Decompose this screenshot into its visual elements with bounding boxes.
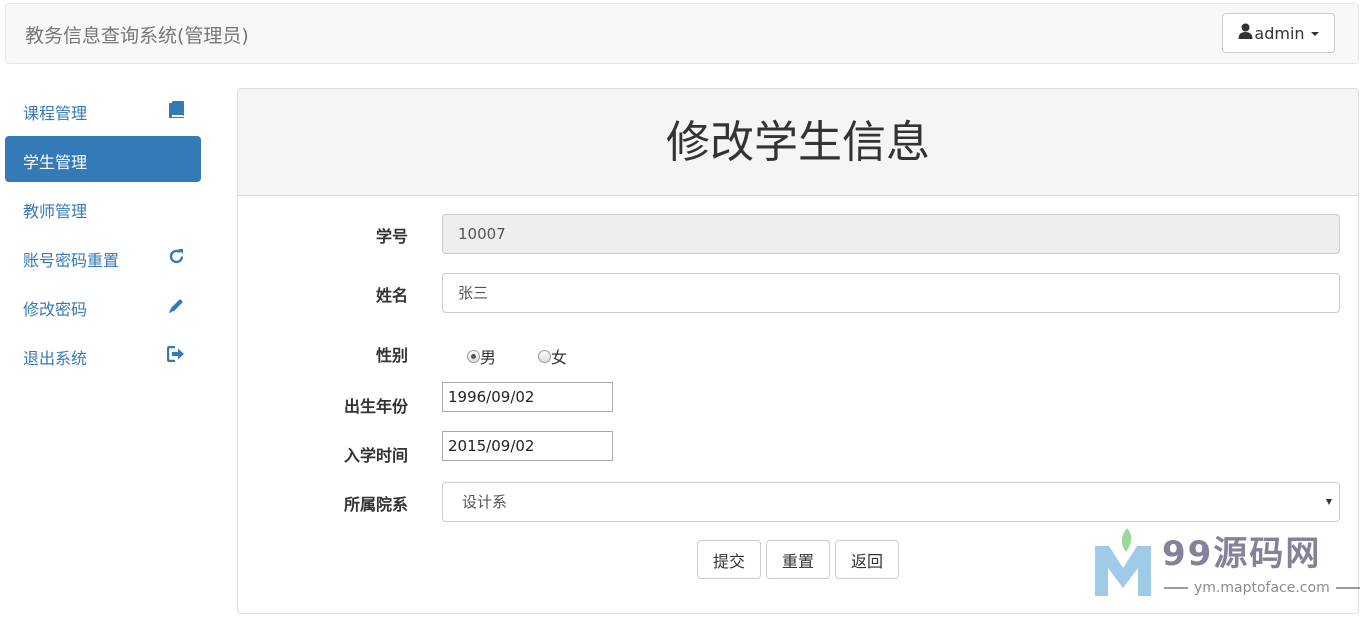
birth-date-input[interactable]: 1996/09/02 bbox=[442, 382, 613, 412]
radio-male[interactable] bbox=[467, 349, 480, 363]
sidebar-item-reset-password[interactable]: 账号密码重置 bbox=[5, 234, 201, 280]
sidebar-item-change-password[interactable]: 修改密码 bbox=[5, 283, 201, 329]
book-icon bbox=[167, 100, 185, 118]
top-navbar: 教务信息查询系统(管理员) admin bbox=[5, 3, 1359, 64]
department-label: 所属院系 bbox=[343, 495, 408, 514]
student-id-label: 学号 bbox=[375, 227, 408, 246]
watermark-dash-left bbox=[1164, 587, 1188, 589]
user-name: admin bbox=[1254, 23, 1305, 43]
app-brand[interactable]: 教务信息查询系统(管理员) bbox=[25, 21, 249, 48]
watermark-url: ym.maptoface.com bbox=[1194, 580, 1330, 596]
sidebar-item-course[interactable]: 课程管理 bbox=[5, 87, 201, 133]
dropdown-arrow-icon bbox=[1326, 499, 1332, 505]
sidebar-item-label: 学生管理 bbox=[23, 153, 88, 172]
sidebar-item-label: 退出系统 bbox=[23, 349, 88, 368]
enroll-label: 入学时间 bbox=[343, 446, 408, 465]
user-menu-button[interactable]: admin bbox=[1222, 13, 1335, 53]
back-button[interactable]: 返回 bbox=[835, 540, 899, 579]
reset-button[interactable]: 重置 bbox=[766, 540, 830, 579]
sidebar-item-label: 账号密码重置 bbox=[23, 251, 120, 270]
department-selected-value: 设计系 bbox=[462, 493, 508, 511]
sidebar-item-label: 课程管理 bbox=[23, 104, 88, 123]
gender-radio-male[interactable]: 男 bbox=[467, 344, 496, 368]
radio-female-label: 女 bbox=[551, 348, 568, 367]
student-id-input: 10007 bbox=[442, 214, 1340, 254]
radio-female[interactable] bbox=[538, 349, 551, 363]
watermark-dash-right bbox=[1335, 587, 1360, 589]
gender-label: 性别 bbox=[375, 346, 408, 365]
panel-heading: 修改学生信息 bbox=[238, 89, 1358, 196]
watermark-logo-icon bbox=[1092, 524, 1154, 602]
name-input[interactable]: 张三 bbox=[442, 273, 1340, 313]
page-title: 修改学生信息 bbox=[666, 117, 930, 168]
watermark: 99源码网 ym.maptoface.com bbox=[1092, 524, 1360, 604]
logout-icon bbox=[167, 345, 185, 363]
sidebar-item-logout[interactable]: 退出系统 bbox=[5, 332, 201, 378]
refresh-icon bbox=[167, 247, 185, 265]
watermark-url-row: ym.maptoface.com bbox=[1158, 580, 1366, 596]
caret-down-icon bbox=[1310, 32, 1319, 36]
gender-radio-female[interactable]: 女 bbox=[538, 344, 567, 368]
user-icon bbox=[1238, 23, 1254, 43]
sidebar-item-student[interactable]: 学生管理 bbox=[5, 136, 201, 182]
sidebar-item-teacher[interactable]: 教师管理 bbox=[5, 185, 201, 231]
sidebar-item-label: 修改密码 bbox=[23, 300, 88, 319]
name-label: 姓名 bbox=[375, 286, 408, 305]
sidebar: 课程管理 学生管理 教师管理 账号密码重置 修改密码 退出系统 bbox=[5, 87, 201, 381]
watermark-title: 99源码网 bbox=[1162, 534, 1322, 574]
birth-label: 出生年份 bbox=[343, 397, 408, 416]
department-select[interactable]: 设计系 bbox=[442, 482, 1340, 522]
submit-button[interactable]: 提交 bbox=[697, 540, 761, 579]
sidebar-item-label: 教师管理 bbox=[23, 202, 88, 221]
enroll-date-input[interactable]: 2015/09/02 bbox=[442, 431, 613, 461]
radio-male-label: 男 bbox=[480, 348, 497, 367]
pencil-icon bbox=[167, 296, 185, 314]
